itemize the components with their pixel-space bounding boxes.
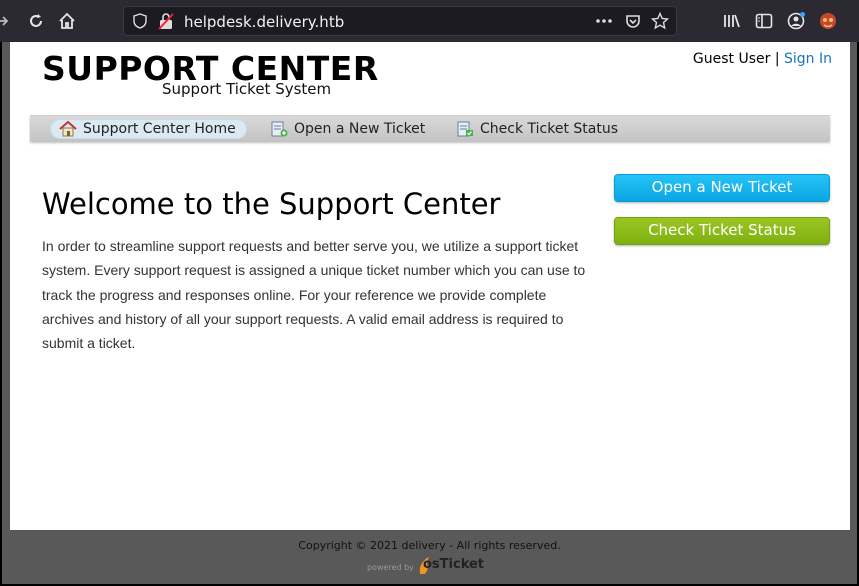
copyright-text: Copyright © 2021 delivery - All rights r…: [298, 539, 561, 552]
open-ticket-button[interactable]: Open a New Ticket: [614, 174, 830, 202]
user-bar-separator: |: [774, 51, 780, 67]
library-icon[interactable]: [722, 11, 742, 31]
welcome-text: In order to streamline support requests …: [42, 238, 586, 352]
new-ticket-icon: [270, 121, 288, 137]
nav-item-label: Open a New Ticket: [294, 121, 426, 137]
page-title: Welcome to the Support Center: [42, 187, 501, 221]
powered-by-label: powered by: [367, 563, 414, 572]
nav-item-label: Check Ticket Status: [480, 121, 618, 137]
osticket-logo[interactable]: powered by osTicket: [367, 555, 487, 577]
page-viewport: SUPPORT CENTER Support Ticket System Gue…: [2, 42, 857, 584]
osticket-brand: osTicket: [423, 557, 485, 572]
extension-icon[interactable]: [818, 11, 838, 31]
logo-subtitle[interactable]: Support Ticket System: [162, 80, 331, 98]
nav-item-home[interactable]: Support Center Home: [50, 119, 247, 139]
shield-icon[interactable]: [130, 11, 150, 31]
main-nav: Support Center Home Open a New Ticket Ch…: [30, 115, 830, 141]
nav-item-open-ticket[interactable]: Open a New Ticket: [270, 119, 425, 139]
account-icon[interactable]: [786, 11, 806, 31]
user-bar: Guest User | Sign In: [693, 51, 832, 67]
page-container: SUPPORT CENTER Support Ticket System Gue…: [10, 42, 850, 530]
browser-toolbar: helpdesk.delivery.htb: [0, 0, 859, 42]
nav-item-check-status[interactable]: Check Ticket Status: [456, 119, 618, 139]
back-icon[interactable]: [0, 11, 14, 31]
ticket-status-icon: [456, 121, 474, 137]
url-bar[interactable]: helpdesk.delivery.htb: [123, 6, 677, 36]
star-icon[interactable]: [650, 11, 670, 31]
reload-icon[interactable]: [26, 11, 46, 31]
pocket-icon[interactable]: [623, 11, 643, 31]
check-status-button[interactable]: Check Ticket Status: [614, 217, 830, 245]
home-icon[interactable]: [57, 11, 77, 31]
nav-item-label: Support Center Home: [83, 121, 236, 137]
no-secure-lock-icon[interactable]: [156, 11, 176, 31]
sidebar-icon[interactable]: [754, 11, 774, 31]
home-icon: [59, 120, 77, 137]
sign-in-link[interactable]: Sign In: [784, 51, 832, 67]
guest-user-label: Guest User: [692, 51, 771, 67]
url-text[interactable]: helpdesk.delivery.htb: [184, 13, 344, 31]
more-icon[interactable]: [594, 11, 614, 31]
